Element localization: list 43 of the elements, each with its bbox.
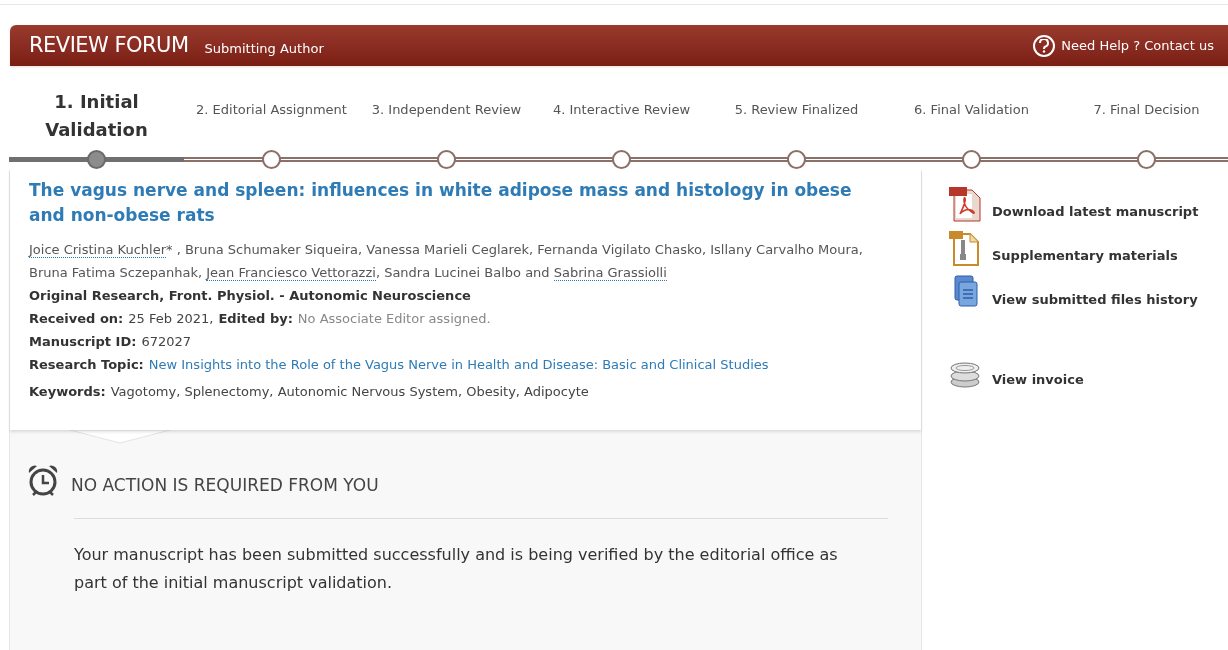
sidebar-link[interactable]: Download latest manuscript (992, 201, 1199, 222)
step-tab[interactable]: 1. Initial Validation (9, 88, 184, 150)
article-type: Original Research, Front. Physiol. - Autonomic Neuroscience (29, 287, 472, 305)
field-label: Keywords: (29, 383, 106, 401)
author-link[interactable]: Joice Cristina Kuchler (29, 242, 166, 258)
keywords-value: Vagotomy, Splenectomy, Autonomic Nervous System, Obesity, Adipocyte (110, 383, 589, 401)
sidebar-link[interactable]: View invoice (992, 369, 1084, 390)
step-tab[interactable]: 3. Independent Review (359, 98, 534, 150)
alarm-clock-icon (27, 464, 59, 498)
author-name: Isllany Carvalho Moura, (710, 242, 863, 257)
sidebar-link[interactable]: View submitted files history (992, 289, 1198, 310)
field-label: Research Topic: (29, 356, 144, 374)
field-label: Edited by: (218, 310, 293, 328)
sidebar-link[interactable]: Supplementary materials (992, 245, 1178, 266)
help-link[interactable]: Need Help ? Contact us (1061, 35, 1214, 56)
editor-value: No Associate Editor assigned. (297, 310, 491, 328)
author-name: Fernanda Vigilato Chasko, (537, 242, 707, 257)
zip-file-icon[interactable] (948, 230, 982, 266)
author-link[interactable]: Jean Franciesco Vettorazzi (206, 265, 376, 281)
step-tab[interactable]: 7. Final Decision (1059, 98, 1228, 150)
step-tab[interactable]: 2. Editorial Assignment (184, 98, 359, 150)
author-separator: * , (166, 242, 181, 257)
pdf-file-icon[interactable] (948, 186, 982, 222)
notice-message: Your manuscript has been submitted successfully and is being verified by the editorial office as part of the initial manuscript validation. (74, 544, 839, 594)
manuscript-id: 672027 (141, 333, 192, 351)
app-title: REVIEW FORUM (29, 31, 189, 59)
article-title[interactable]: The vagus nerve and spleen: influences in white adipose mass and histology in obese and non-obese rats (29, 178, 889, 228)
author-name: Bruna Schumaker Siqueira, (184, 242, 363, 257)
author-separator: , (375, 265, 380, 280)
field-label: Manuscript ID: (29, 333, 137, 351)
role-label: Submitting Author (204, 39, 324, 58)
author-name: Sandra Lucinei Balbo and (384, 265, 550, 280)
step-tab[interactable]: 4. Interactive Review (534, 98, 709, 150)
received-date: 25 Feb 2021, (128, 310, 214, 328)
field-label: Received on: (29, 310, 124, 328)
step-tab[interactable]: 5. Review Finalized (709, 98, 884, 150)
step-tab[interactable]: 6. Final Validation (884, 98, 1059, 150)
author-link[interactable]: Sabrina Grassiolli (553, 265, 667, 281)
author-name: Bruna Fatima Sczepanhak, (29, 265, 203, 280)
author-name: Vanessa Marieli Ceglarek, (366, 242, 534, 257)
notice-title: NO ACTION IS REQUIRED FROM YOU (71, 473, 379, 497)
topic-link[interactable]: New Insights into the Role of the Vagus Nerve in Health and Disease: Basic and Clinical Studies (148, 353, 769, 376)
help-icon[interactable] (1033, 34, 1056, 57)
